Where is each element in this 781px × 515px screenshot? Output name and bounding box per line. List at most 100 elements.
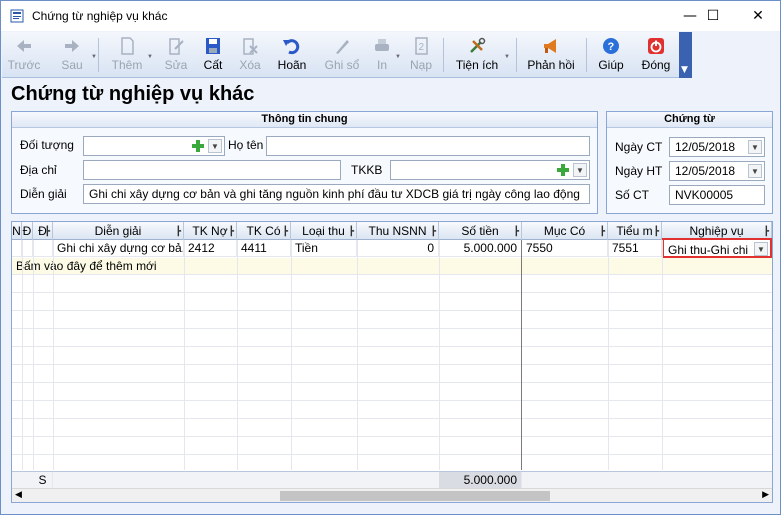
close-window-button[interactable]: ✕	[735, 1, 781, 31]
row-indicator	[12, 240, 22, 257]
col-header-so-tien[interactable]: Số tiền ┣	[439, 222, 522, 240]
arrow-left-icon	[17, 40, 31, 52]
edit-button[interactable]: Sửa	[160, 35, 192, 75]
subject-field[interactable]: ▼	[83, 136, 225, 156]
pin-icon[interactable]: ┣	[45, 222, 50, 240]
col-header-nghiep-vu-label: Nghiệp vụ	[689, 224, 744, 238]
description-field[interactable]: Ghi chi xây dựng cơ bản và ghi tăng nguồ…	[83, 184, 590, 204]
cell-loai-thu[interactable]: Tiền	[291, 240, 357, 257]
close-icon: ✕	[752, 8, 764, 24]
empty-row	[12, 276, 772, 293]
chevron-down-icon[interactable]: ▼	[573, 163, 587, 177]
col-header-desc[interactable]: Diễn giải ┣	[53, 222, 184, 240]
cell-tk-co[interactable]: 4411	[237, 240, 291, 257]
svg-text:?: ?	[608, 41, 615, 53]
table-row[interactable]: Ghi chi xây dựng cơ bả... 2412 4411 Tiền…	[12, 238, 772, 258]
col-header-loai-thu[interactable]: Loại thu ┣	[291, 222, 357, 240]
summary-total: 5.000.000	[439, 472, 522, 489]
date-ct-field[interactable]: 12/05/2018 ▼	[669, 137, 765, 157]
cell-tk-no[interactable]: 2412	[184, 240, 237, 257]
edit-document-icon	[169, 38, 184, 55]
date-ht-field[interactable]: 12/05/2018 ▼	[669, 161, 765, 181]
address-field[interactable]	[83, 160, 341, 180]
horizontal-scrollbar[interactable]: ◀ ▶	[12, 488, 772, 502]
back-button[interactable]: Trước	[6, 35, 42, 75]
row-flag	[22, 240, 33, 257]
cell-tieu-muc[interactable]: 7551	[608, 240, 662, 257]
window-title: Chứng từ nghiệp vụ khác	[32, 9, 168, 23]
pin-icon[interactable]: ┣	[283, 222, 288, 240]
col-header-so-tien-label: Số tiền	[461, 224, 499, 238]
grid-line	[291, 240, 292, 470]
toolbar-overflow-button[interactable]: ▼	[679, 32, 692, 78]
cell-desc[interactable]: Ghi chi xây dựng cơ bả...	[53, 240, 184, 257]
scroll-left-icon[interactable]: ◀	[15, 490, 22, 500]
pin-icon[interactable]: ┣	[654, 222, 659, 240]
pin-icon[interactable]: ┣	[431, 222, 436, 240]
post-label: Ghi sổ	[324, 58, 360, 72]
chevron-down-icon[interactable]: ▼	[754, 242, 768, 256]
col-header-tieu-muc[interactable]: Tiểu m ┣	[608, 222, 662, 240]
empty-row	[12, 366, 772, 383]
pin-icon[interactable]: ┣	[176, 222, 181, 240]
description-label: Diễn giải	[20, 187, 67, 201]
col-header-thu-nsnn[interactable]: Thu NSNN ┣	[357, 222, 439, 240]
close-label: Đóng	[641, 58, 671, 72]
nghiep-vu-value: Ghi thu-Ghi chi	[668, 243, 749, 257]
save-button[interactable]: Cất	[198, 35, 228, 75]
chevron-down-icon[interactable]: ▼	[748, 140, 762, 154]
overflow-arrow-icon: ▼	[681, 65, 688, 75]
chevron-down-icon[interactable]: ▼	[748, 164, 762, 178]
grid-line	[237, 240, 238, 470]
col-header-thu-nsnn-label: Thu NSNN	[368, 224, 427, 238]
grid-line	[662, 240, 663, 470]
cell-muc-co[interactable]: 7550	[522, 240, 608, 257]
next-button[interactable]: Sau ▼	[54, 35, 97, 75]
col-header-tk-co[interactable]: TK Có ┣	[237, 222, 291, 240]
cell-nghiep-vu[interactable]: Ghi thu-Ghi chi ▼	[662, 238, 772, 258]
utilities-button[interactable]: Tiện ích ▼	[454, 35, 510, 75]
cell-thu-nsnn[interactable]: 0	[357, 240, 439, 257]
undo-button[interactable]: Hoãn	[274, 35, 310, 75]
separator	[98, 38, 99, 72]
maximize-button[interactable]: ☐	[690, 1, 736, 31]
separator	[586, 38, 587, 72]
chevron-down-icon[interactable]: ▼	[208, 139, 222, 153]
undo-icon	[283, 39, 300, 55]
scroll-right-icon[interactable]: ▶	[762, 490, 769, 500]
close-button[interactable]: Đóng	[638, 35, 674, 75]
col-header-d2[interactable]: Đ ┣	[33, 222, 53, 240]
tools-icon	[470, 37, 486, 53]
feedback-button[interactable]: Phản hồi	[526, 35, 576, 75]
load-button[interactable]: 2 Nạp	[406, 35, 436, 75]
voucher-no-field[interactable]: NVK00005	[669, 185, 765, 205]
add-button[interactable]: Thêm ▼	[108, 35, 153, 75]
col-header-muc-co[interactable]: Mục Có ┣	[522, 222, 608, 240]
add-plus-icon[interactable]	[556, 163, 570, 177]
cell-so-tien[interactable]: 5.000.000	[439, 240, 522, 257]
col-header-d1[interactable]: Đ	[22, 222, 33, 240]
name-field[interactable]	[266, 136, 590, 156]
col-header-tk-no[interactable]: TK Nợ ┣	[184, 222, 237, 240]
col-header-n[interactable]: N	[12, 222, 22, 240]
print-icon	[375, 39, 389, 51]
pin-icon[interactable]: ┣	[349, 222, 354, 240]
col-header-tieu-muc-label: Tiểu m	[616, 224, 653, 238]
post-button[interactable]: Ghi sổ	[322, 35, 362, 75]
add-new-row[interactable]: Bấm vào đây để thêm mới	[12, 258, 772, 275]
scrollbar-thumb[interactable]	[280, 491, 550, 501]
col-header-desc-label: Diễn giải	[94, 224, 142, 238]
dropdown-arrow-icon: ▼	[91, 54, 97, 60]
tkkb-field[interactable]: ▼	[390, 160, 590, 180]
print-button[interactable]: In ▼	[370, 35, 401, 75]
add-new-row-text[interactable]: Bấm vào đây để thêm mới	[12, 258, 312, 275]
delete-button[interactable]: Xóa	[235, 35, 265, 75]
description-value: Ghi chi xây dựng cơ bản và ghi tăng nguồ…	[89, 187, 580, 201]
pin-icon[interactable]: ┣	[514, 222, 519, 240]
date-ht-value: 12/05/2018	[675, 164, 736, 178]
add-plus-icon[interactable]	[191, 139, 205, 153]
row-flag	[33, 240, 53, 257]
help-button[interactable]: ? Giúp	[596, 35, 626, 75]
pin-icon[interactable]: ┣	[229, 222, 234, 240]
pin-icon[interactable]: ┣	[600, 222, 605, 240]
